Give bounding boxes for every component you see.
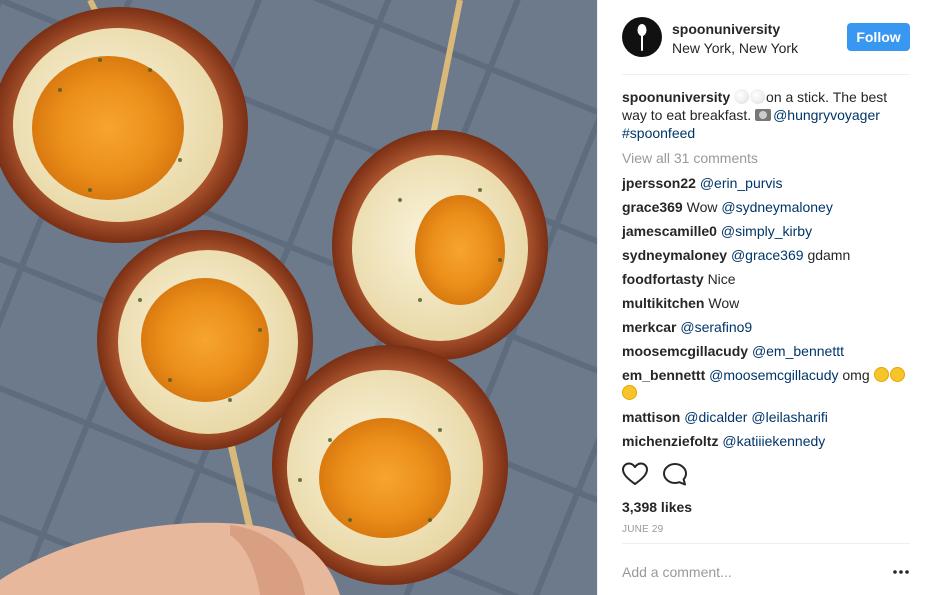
comment: jamescamille0 @simply_kirby bbox=[622, 222, 910, 240]
smile-emoji-icon bbox=[622, 385, 637, 400]
post-date: JUNE 29 bbox=[622, 524, 664, 535]
photo-bacon-wrapped-eggs bbox=[0, 0, 597, 595]
add-comment-input[interactable] bbox=[622, 558, 872, 586]
comment: foodfortasty Nice bbox=[622, 270, 910, 288]
camera-emoji-icon bbox=[755, 109, 772, 121]
comment: jpersson22 @erin_purvis bbox=[622, 174, 910, 192]
smile-emoji-icon bbox=[873, 367, 889, 382]
comment-text: Wow bbox=[686, 199, 718, 215]
post-caption: spoonuniversity on a stick. The best way… bbox=[622, 88, 910, 142]
caption-username[interactable]: spoonuniversity bbox=[622, 89, 730, 105]
comment: merkcar @serafino9 bbox=[622, 318, 910, 336]
comment-list: spoonuniversity on a stick. The best way… bbox=[622, 88, 910, 456]
comment-mention[interactable]: @serafino9 bbox=[680, 319, 752, 335]
comment-text: gdamn bbox=[807, 247, 851, 263]
comment-mention[interactable]: @grace369 bbox=[731, 247, 804, 263]
comment-text: Wow bbox=[708, 295, 740, 311]
comment-username[interactable]: sydneymaloney bbox=[622, 247, 727, 263]
comment: grace369 Wow @sydneymaloney bbox=[622, 198, 910, 216]
comment-username[interactable]: moosemcgillacudy bbox=[622, 343, 748, 359]
avatar[interactable] bbox=[622, 17, 662, 57]
post-author: spoonuniversity New York, New York bbox=[672, 20, 798, 57]
comment-mention[interactable]: @dicalder bbox=[684, 409, 747, 425]
smile-emoji-icon bbox=[889, 367, 905, 382]
comment-username[interactable]: grace369 bbox=[622, 199, 683, 215]
comment: multikitchen Wow bbox=[622, 294, 910, 312]
comment-mention[interactable]: @leilasharifi bbox=[751, 409, 827, 425]
like-count[interactable]: 3,398 likes bbox=[622, 498, 692, 516]
comment: sydneymaloney @grace369 gdamn bbox=[622, 246, 910, 264]
comment-username[interactable]: multikitchen bbox=[622, 295, 704, 311]
post-header: spoonuniversity New York, New York Follo… bbox=[622, 17, 910, 75]
comment-username[interactable]: foodfortasty bbox=[622, 271, 704, 287]
comment: mattison @dicalder @leilasharifi bbox=[622, 408, 910, 426]
comment-icon[interactable] bbox=[662, 462, 688, 486]
comment: michenziefoltz @katiiiekennedy bbox=[622, 432, 910, 450]
comment-mention[interactable]: @sydneymaloney bbox=[721, 199, 833, 215]
comment-username[interactable]: merkcar bbox=[622, 319, 677, 335]
author-username[interactable]: spoonuniversity bbox=[672, 20, 798, 38]
more-options-icon[interactable] bbox=[892, 565, 910, 579]
post-photo[interactable] bbox=[0, 0, 597, 595]
comment-username[interactable]: em_bennettt bbox=[622, 367, 705, 383]
heart-icon[interactable] bbox=[622, 462, 648, 486]
egg-emoji-icon bbox=[734, 89, 750, 104]
comment-text: Nice bbox=[707, 271, 736, 287]
post-sidebar: spoonuniversity New York, New York Follo… bbox=[597, 0, 927, 595]
caption-hashtag[interactable]: #spoonfeed bbox=[622, 125, 695, 141]
comment-mention[interactable]: @moosemcgillacudy bbox=[709, 367, 838, 383]
comment-username[interactable]: mattison bbox=[622, 409, 680, 425]
comment: moosemcgillacudy @em_bennettt bbox=[622, 342, 910, 360]
comment-mention[interactable]: @erin_purvis bbox=[700, 175, 783, 191]
view-all-comments-link[interactable]: View all 31 comments bbox=[622, 149, 910, 167]
comment-username[interactable]: jpersson22 bbox=[622, 175, 696, 191]
comment-mention[interactable]: @katiiiekennedy bbox=[722, 433, 825, 449]
post-location[interactable]: New York, New York bbox=[672, 39, 798, 57]
comment-mention[interactable]: @simply_kirby bbox=[721, 223, 812, 239]
follow-button[interactable]: Follow bbox=[847, 23, 910, 51]
egg-emoji-icon bbox=[750, 89, 766, 104]
comment-username[interactable]: michenziefoltz bbox=[622, 433, 718, 449]
spoon-logo-icon bbox=[637, 24, 647, 51]
caption-mention[interactable]: @hungryvoyager bbox=[773, 107, 880, 123]
post-actions bbox=[622, 462, 910, 492]
comment-username[interactable]: jamescamille0 bbox=[622, 223, 717, 239]
comment: em_bennettt @moosemcgillacudy omg bbox=[622, 366, 910, 402]
add-comment-bar bbox=[622, 543, 910, 595]
comment-mention[interactable]: @em_bennettt bbox=[752, 343, 844, 359]
comment-text: omg bbox=[842, 367, 870, 383]
